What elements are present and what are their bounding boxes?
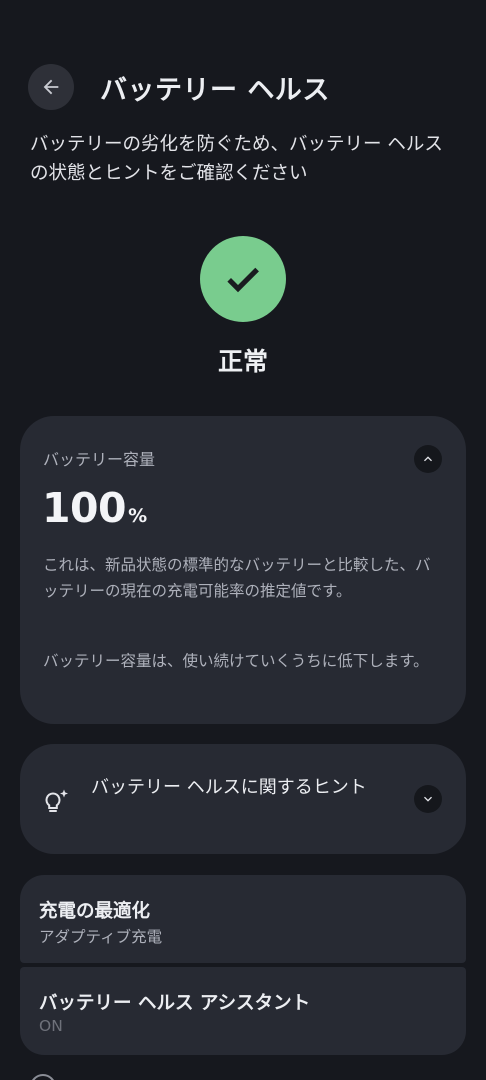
page-title: バッテリー ヘルス — [100, 75, 330, 106]
chevron-down-icon — [424, 796, 432, 802]
collapse-button[interactable] — [414, 445, 442, 473]
item-subtitle: ON — [39, 1017, 63, 1035]
battery-health-screen: バッテリー ヘルス バッテリーの劣化を防ぐため、バッテリー ヘルスの状態とヒント… — [0, 0, 486, 1080]
capacity-explanation: これは、新品状態の標準的なバッテリーと比較した、バッテリーの現在の充電可能率の推… — [43, 556, 431, 600]
capacity-label: バッテリー容量 — [43, 450, 156, 469]
battery-health-assistant-item[interactable]: バッテリー ヘルス アシスタント ON — [20, 967, 466, 1055]
capacity-unit: % — [128, 505, 148, 527]
item-title: バッテリー ヘルス アシスタント — [39, 993, 311, 1014]
chevron-up-icon — [424, 456, 432, 462]
battery-tips-card[interactable]: バッテリー ヘルスに関するヒント — [20, 744, 466, 854]
tips-label: バッテリー ヘルスに関するヒント — [91, 777, 367, 798]
partial-icon — [30, 1074, 56, 1080]
lightbulb-sparkle-icon — [45, 789, 68, 812]
expand-button[interactable] — [414, 785, 442, 813]
arrow-left-icon — [43, 79, 59, 95]
charging-optimization-item[interactable]: 充電の最適化 アダプティブ充電 — [20, 875, 466, 963]
checkmark-icon — [227, 267, 259, 293]
status-indicator — [200, 236, 286, 322]
capacity-number: 100 — [42, 484, 127, 532]
battery-capacity-card: バッテリー容量 100 % これは、新品状態の標準的なバッテリーと比較した、バッ… — [20, 416, 466, 724]
capacity-note: バッテリー容量は、使い続けていくうちに低下します。 — [43, 652, 429, 670]
item-subtitle: アダプティブ充電 — [39, 928, 163, 946]
status-label: 正常 — [217, 347, 268, 376]
capacity-value: 100 % — [42, 484, 147, 532]
back-button[interactable] — [28, 64, 74, 110]
page-description: バッテリーの劣化を防ぐため、バッテリー ヘルスの状態とヒントをご確認ください — [30, 134, 443, 184]
item-title: 充電の最適化 — [39, 901, 151, 922]
